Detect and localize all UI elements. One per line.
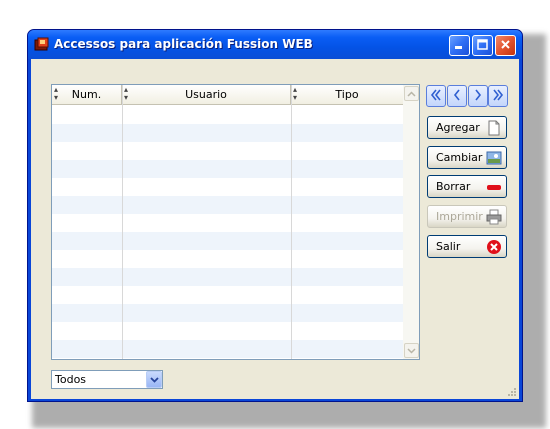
column-label: Usuario — [185, 88, 227, 101]
column-divider — [122, 85, 123, 359]
table-row[interactable] — [52, 214, 403, 232]
filter-select[interactable]: Todos — [51, 370, 163, 389]
sort-icon: ▴ ▾ — [293, 85, 298, 102]
maximize-button[interactable] — [472, 35, 493, 56]
grid-header: ▴ ▾ Num. ▴ ▾ Usuario ▴ ▾ Tipo — [52, 85, 403, 105]
previous-record-icon — [451, 88, 463, 105]
sort-icon: ▴ ▾ — [124, 85, 129, 102]
table-row[interactable] — [52, 196, 403, 214]
delete-button[interactable]: Borrar — [427, 175, 507, 198]
table-row[interactable] — [52, 340, 403, 358]
first-record-button[interactable] — [426, 85, 446, 107]
chevron-up-icon — [407, 87, 416, 100]
filter-dropdown-button[interactable] — [146, 371, 162, 388]
app-window: Accessos para aplicación Fussion WEB ▴ ▾ … — [27, 29, 523, 402]
column-header-usuario[interactable]: ▴ ▾ Usuario — [122, 85, 291, 105]
table-row[interactable] — [52, 304, 403, 322]
sort-icon: ▴ ▾ — [54, 85, 59, 102]
column-label: Tipo — [335, 88, 359, 101]
vertical-scrollbar[interactable] — [403, 85, 419, 359]
change-button[interactable]: Cambiar — [427, 146, 507, 169]
column-header-num[interactable]: ▴ ▾ Num. — [52, 85, 122, 105]
minus-icon — [486, 179, 502, 195]
table-row[interactable] — [52, 106, 403, 124]
print-button-label: Imprimir — [436, 210, 483, 223]
scroll-up-button[interactable] — [404, 86, 419, 101]
title-bar[interactable]: Accessos para aplicación Fussion WEB — [28, 30, 522, 59]
chevron-down-icon — [407, 344, 416, 357]
change-button-label: Cambiar — [436, 151, 483, 164]
table-row[interactable] — [52, 142, 403, 160]
last-record-icon — [492, 88, 504, 105]
chevron-down-icon — [149, 373, 159, 386]
exit-button[interactable]: Salir — [427, 235, 507, 258]
filter-selected-value: Todos — [55, 373, 87, 386]
record-navigation — [426, 85, 508, 107]
table-row[interactable] — [52, 232, 403, 250]
table-row[interactable] — [52, 286, 403, 304]
previous-record-button[interactable] — [447, 85, 467, 107]
delete-button-label: Borrar — [436, 180, 471, 193]
resize-grip-icon[interactable] — [507, 387, 517, 397]
table-row[interactable] — [52, 268, 403, 286]
next-record-icon — [472, 88, 484, 105]
new-document-icon — [486, 120, 502, 136]
window-title: Accessos para aplicación Fussion WEB — [54, 37, 313, 51]
last-record-button[interactable] — [488, 85, 508, 107]
print-button[interactable]: Imprimir — [427, 205, 507, 228]
client-area: ▴ ▾ Num. ▴ ▾ Usuario ▴ ▾ Tipo Agregar Ca… — [31, 59, 519, 399]
exit-button-label: Salir — [436, 240, 461, 253]
scroll-down-button[interactable] — [404, 343, 419, 358]
minimize-icon — [454, 39, 465, 53]
table-row[interactable] — [52, 322, 403, 340]
table-row[interactable] — [52, 250, 403, 268]
minimize-button[interactable] — [449, 35, 470, 56]
table-row[interactable] — [52, 178, 403, 196]
close-button[interactable] — [495, 35, 516, 56]
users-grid[interactable]: ▴ ▾ Num. ▴ ▾ Usuario ▴ ▾ Tipo — [51, 84, 420, 360]
column-header-tipo[interactable]: ▴ ▾ Tipo — [291, 85, 403, 105]
column-divider — [291, 85, 292, 359]
close-icon — [500, 39, 511, 53]
add-button[interactable]: Agregar — [427, 116, 507, 139]
grid-body — [52, 106, 403, 359]
add-button-label: Agregar — [436, 121, 480, 134]
close-circle-icon — [486, 239, 502, 255]
first-record-icon — [430, 88, 442, 105]
column-label: Num. — [71, 88, 102, 101]
app-icon — [34, 37, 50, 51]
maximize-icon — [477, 38, 488, 53]
edit-image-icon — [486, 150, 502, 166]
printer-icon — [486, 209, 502, 225]
table-row[interactable] — [52, 124, 403, 142]
next-record-button[interactable] — [468, 85, 488, 107]
table-row[interactable] — [52, 160, 403, 178]
